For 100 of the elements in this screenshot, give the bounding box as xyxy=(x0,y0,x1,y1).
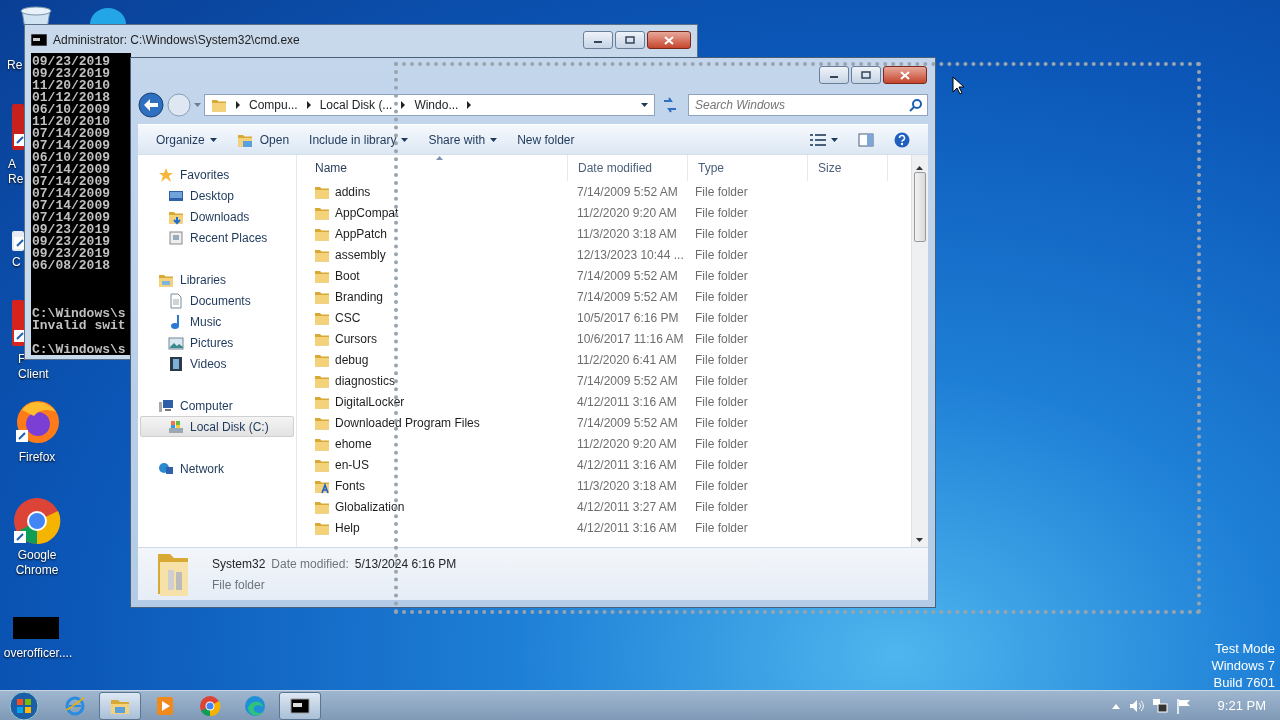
file-date: 7/14/2009 5:52 AM xyxy=(576,288,679,306)
refresh-icon xyxy=(661,97,679,114)
console-output: C:\Windows\s Invalid swit xyxy=(32,308,127,332)
breadcrumb[interactable]: Local Disk (... xyxy=(319,95,393,114)
file-row[interactable]: CSC 10/5/2017 6:16 PM File folder xyxy=(297,307,911,328)
nav-item[interactable]: Downloads xyxy=(140,206,294,227)
file-row[interactable]: en-US 4/12/2011 3:16 AM File folder xyxy=(297,454,911,475)
close-icon xyxy=(664,35,674,45)
file-date: 10/5/2017 6:16 PM xyxy=(576,309,680,327)
toolbar-button[interactable]: Include in library xyxy=(301,127,417,152)
file-type: File folder xyxy=(694,225,749,243)
nav-item[interactable]: Pictures xyxy=(140,332,294,353)
maximize-button[interactable] xyxy=(615,31,645,49)
test-mode-text: Build 7601 xyxy=(1213,675,1275,690)
file-row[interactable]: DigitalLocker 4/12/2011 3:16 AM File folder xyxy=(297,391,911,412)
toolbar-button[interactable]: New folder xyxy=(509,127,583,152)
address-bar[interactable]: Compu... Local Disk (... Windo... xyxy=(204,93,655,116)
globe-e-icon xyxy=(64,694,86,717)
start-orb-icon xyxy=(6,690,42,720)
console-output: 09/23/2019 09/23/2019 11/20/2010 01/12/2018 06/10/2009 11/20/2010 07/14/2009 07/14/2009 06/10/2009 07/14/2009 07/14/2009 07/14/2009 07/14/2009 07/14/2009 09/23/2019 09/23/2019 09/23/2019 06/08/2018 xyxy=(32,56,111,272)
file-row[interactable]: addins 7/14/2009 5:52 AM File folder xyxy=(297,181,911,202)
file-name: diagnostics xyxy=(335,372,396,390)
nav-item[interactable]: Documents xyxy=(140,290,294,311)
column-header[interactable]: Date modified xyxy=(568,155,688,181)
file-row[interactable]: AppCompat 11/2/2020 9:20 AM File folder xyxy=(297,202,911,223)
file-type: File folder xyxy=(694,183,749,201)
nav-item[interactable]: Computer xyxy=(140,395,294,416)
file-date: 11/3/2020 3:18 AM xyxy=(576,225,678,243)
file-name: addins xyxy=(335,183,371,201)
file-row[interactable]: Boot 7/14/2009 5:52 AM File folder xyxy=(297,265,911,286)
column-header[interactable]: Size xyxy=(808,155,888,181)
nav-item[interactable]: Recent Places xyxy=(140,227,294,248)
maximize-button[interactable] xyxy=(851,66,881,84)
file-name: Help xyxy=(335,519,360,537)
icon-label: Client xyxy=(18,367,49,382)
start-button[interactable] xyxy=(6,690,42,720)
circle-app-icon xyxy=(88,8,128,24)
minimize-button[interactable] xyxy=(583,31,613,49)
file-date: 11/2/2020 9:20 AM xyxy=(576,204,678,222)
scroll-up-icon xyxy=(916,165,923,170)
network-icon[interactable] xyxy=(1151,697,1168,714)
file-row[interactable]: Downloaded Program Files 7/14/2009 5:52 AM File folder xyxy=(297,412,911,433)
file-type: File folder xyxy=(694,351,749,369)
flag-icon[interactable] xyxy=(1175,697,1192,714)
help-icon xyxy=(894,131,910,148)
nav-item[interactable]: Local Disk (C:) xyxy=(140,416,294,437)
file-date: 11/3/2020 3:18 AM xyxy=(576,477,678,495)
file-row[interactable]: Branding 7/14/2009 5:52 AM File folder xyxy=(297,286,911,307)
scrollbar[interactable] xyxy=(911,155,928,547)
nav-item[interactable]: Music xyxy=(140,311,294,332)
file-date: 4/12/2011 3:16 AM xyxy=(576,456,678,474)
back-button[interactable] xyxy=(138,91,164,118)
refresh-button[interactable] xyxy=(661,95,679,114)
file-row[interactable]: Cursors 10/6/2017 11:16 AM File folder xyxy=(297,328,911,349)
file-type: File folder xyxy=(694,288,749,306)
toolbar-button[interactable]: Open xyxy=(228,127,298,152)
toolbar-button[interactable]: Share with xyxy=(420,127,506,152)
search-field[interactable]: Search Windows xyxy=(688,93,928,116)
file-row[interactable]: Help 4/12/2011 3:16 AM File folder xyxy=(297,517,911,538)
fox-globe-icon xyxy=(14,398,60,444)
nav-item[interactable]: Desktop xyxy=(140,185,294,206)
chevron-icon xyxy=(401,100,406,109)
icon-label: Re xyxy=(8,172,24,187)
details-label: Date modified: xyxy=(271,555,349,573)
file-row[interactable]: debug 11/2/2020 6:41 AM File folder xyxy=(297,349,911,370)
column-header[interactable]: Name xyxy=(305,155,568,181)
nav-item[interactable]: Network xyxy=(140,458,294,479)
breadcrumb[interactable]: Compu... xyxy=(249,95,298,114)
breadcrumb[interactable]: Windo... xyxy=(414,95,459,114)
nav-item[interactable]: Videos xyxy=(140,353,294,374)
file-type: File folder xyxy=(694,393,749,411)
icon-label: C xyxy=(12,255,21,270)
file-date: 10/6/2017 11:16 AM xyxy=(576,330,685,348)
nav-item[interactable]: Favorites xyxy=(140,164,294,185)
file-type: File folder xyxy=(694,204,749,222)
computer-icon xyxy=(158,397,174,414)
file-row[interactable]: assembly 12/13/2023 10:44 ... File folder xyxy=(297,244,911,265)
caret-icon xyxy=(490,137,498,142)
file-type: File folder xyxy=(694,456,749,474)
picture-icon xyxy=(168,334,184,351)
nav-item[interactable]: Libraries xyxy=(140,269,294,290)
close-button[interactable] xyxy=(883,66,927,84)
file-row[interactable]: Globalization 4/12/2011 3:27 AM File folder xyxy=(297,496,911,517)
file-date: 7/14/2009 5:52 AM xyxy=(576,183,679,201)
icon-label: overofficer.... xyxy=(2,646,74,661)
column-header[interactable]: Type xyxy=(688,155,808,181)
close-button[interactable] xyxy=(647,31,691,49)
document-icon xyxy=(168,292,184,309)
file-type: File folder xyxy=(694,414,749,432)
file-row[interactable]: ehome 11/2/2020 9:20 AM File folder xyxy=(297,433,911,454)
file-row[interactable]: Fonts 11/3/2020 3:18 AM File folder xyxy=(297,475,911,496)
file-row[interactable]: AppPatch 11/3/2020 3:18 AM File folder xyxy=(297,223,911,244)
file-name: Fonts xyxy=(335,477,365,495)
taskbar-button[interactable] xyxy=(279,691,321,720)
toolbar-button[interactable]: Organize xyxy=(148,127,225,152)
scrollbar-thumb[interactable] xyxy=(914,172,926,242)
file-type: File folder xyxy=(694,330,749,348)
chrome-style-icon xyxy=(13,497,61,545)
file-row[interactable]: diagnostics 7/14/2009 5:52 AM File folder xyxy=(297,370,911,391)
minimize-button[interactable] xyxy=(819,66,849,84)
